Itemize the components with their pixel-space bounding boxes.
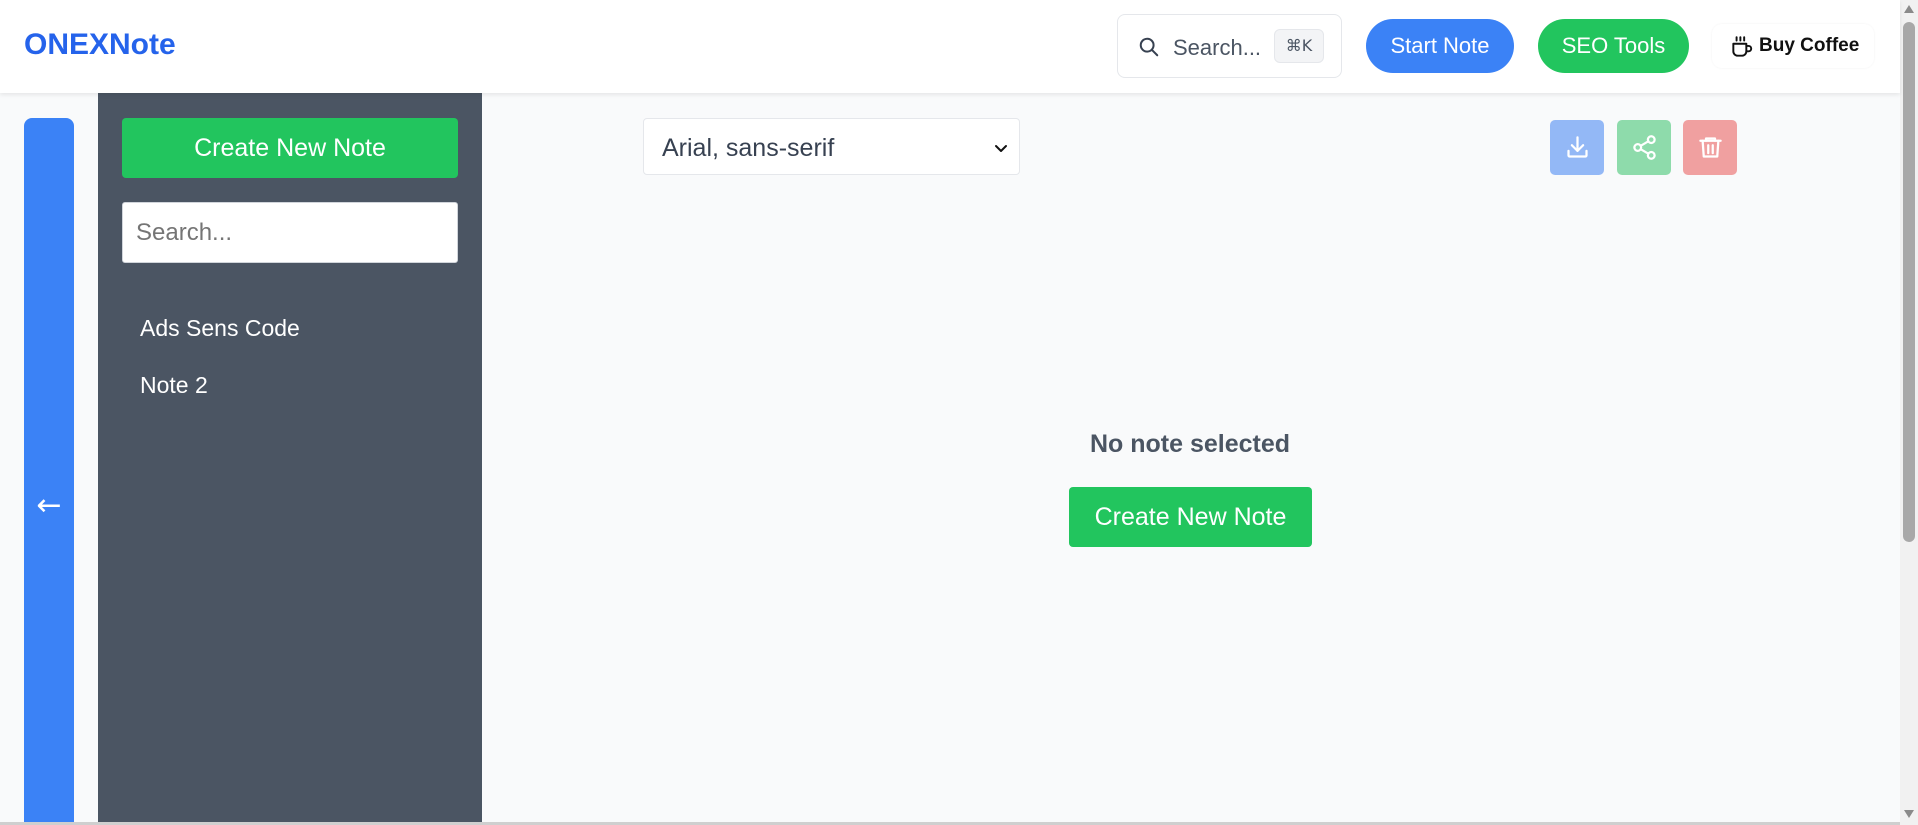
scrollbar-thumb[interactable] bbox=[1903, 22, 1915, 542]
empty-state-title: No note selected bbox=[1089, 430, 1291, 458]
page-scrollbar[interactable] bbox=[1900, 0, 1918, 825]
brand-logo[interactable]: ONEXNote bbox=[24, 28, 176, 62]
search-icon bbox=[1139, 37, 1159, 57]
trash-icon bbox=[1699, 137, 1722, 158]
seo-tools-button[interactable]: SEO Tools bbox=[1538, 19, 1689, 73]
create-new-note-button[interactable]: Create New Note bbox=[122, 118, 458, 178]
font-family-select[interactable]: Arial, sans-serif bbox=[643, 118, 1020, 175]
notes-sidebar: Create New Note Ads Sens Code Note 2 bbox=[98, 93, 482, 825]
chevron-down-icon bbox=[995, 145, 1007, 152]
buy-coffee-label: Buy Coffee bbox=[1759, 35, 1860, 56]
global-search-label: Search... bbox=[1173, 35, 1262, 60]
arrow-left-icon: ← bbox=[36, 488, 62, 523]
sidebar-toggle-button[interactable]: ← bbox=[24, 118, 74, 825]
delete-note-button[interactable] bbox=[1683, 120, 1737, 175]
share-note-button[interactable] bbox=[1617, 120, 1671, 175]
notes-search-input[interactable] bbox=[122, 202, 458, 263]
coffee-cup-icon bbox=[1732, 36, 1753, 57]
search-shortcut-badge: ⌘K bbox=[1274, 29, 1324, 63]
note-list-item[interactable]: Ads Sens Code bbox=[140, 315, 300, 342]
scroll-up-icon[interactable] bbox=[1903, 3, 1915, 15]
start-note-button[interactable]: Start Note bbox=[1366, 19, 1514, 73]
global-search-button[interactable]: Search... ⌘K bbox=[1117, 14, 1342, 78]
font-family-value: Arial, sans-serif bbox=[662, 134, 835, 162]
scroll-down-icon[interactable] bbox=[1903, 808, 1915, 820]
app-root: ONEXNote Search... ⌘K Start Note SEO Too… bbox=[0, 0, 1918, 825]
note-list-item[interactable]: Note 2 bbox=[140, 372, 208, 399]
download-note-button[interactable] bbox=[1550, 120, 1604, 175]
buy-coffee-button[interactable]: Buy Coffee bbox=[1712, 24, 1874, 68]
empty-state-create-button[interactable]: Create New Note bbox=[1069, 487, 1312, 547]
download-icon bbox=[1567, 136, 1588, 158]
top-header: ONEXNote Search... ⌘K Start Note SEO Too… bbox=[0, 0, 1900, 93]
share-icon bbox=[1633, 135, 1656, 160]
